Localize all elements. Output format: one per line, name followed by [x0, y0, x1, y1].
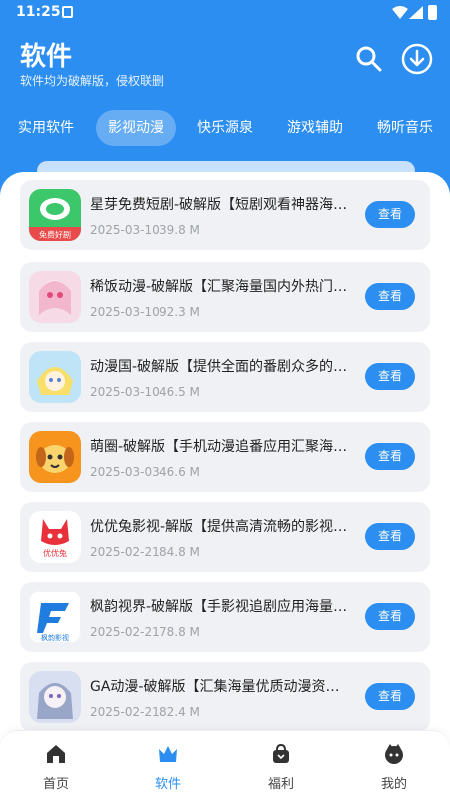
crown-icon [159, 746, 177, 762]
app-icon-ga [29, 671, 81, 723]
app-card[interactable]: GA动漫-破解版【汇集海量优质动漫资源的应用 2025-02-21 82.4 M… [20, 662, 430, 732]
app-size: 39.8 M [159, 223, 200, 237]
view-button[interactable]: 查看 [365, 201, 415, 228]
app-icon-text: 免费好剧 [39, 230, 71, 240]
app-name: GA动漫-破解版【汇集海量优质动漫资源的应用 [90, 679, 350, 695]
view-button[interactable]: 查看 [365, 283, 415, 310]
app-name: 星芽免费短剧-破解版【短剧观看神器海量短剧 [90, 197, 350, 213]
status-time: 11:25 [16, 4, 61, 20]
profile-icon [385, 744, 403, 764]
app-size: 78.8 M [159, 625, 200, 639]
signal-icon [409, 6, 423, 19]
app-name: 优优兔影视-解版【提供高清流畅的影视资源 [90, 519, 350, 535]
app-icon-xifan [29, 271, 81, 323]
tab-game-tools[interactable]: 游戏辅助 [275, 110, 355, 146]
nav-software[interactable]: 软件 [112, 731, 224, 800]
app-card[interactable]: 动漫国-破解版【提供全面的番剧众多的动漫 2025-03-10 46.5 M 查… [20, 342, 430, 412]
app-card[interactable]: 萌圈-破解版【手机动漫追番应用汇聚海量动漫 2025-03-03 46.6 M … [20, 422, 430, 492]
tab-music[interactable]: 畅听音乐 [365, 110, 445, 146]
app-icon-xingya: 免费好剧 [29, 189, 81, 241]
app-name: 动漫国-破解版【提供全面的番剧众多的动漫 [90, 359, 350, 375]
app-icon-fengyun: 枫韵影视 [29, 591, 81, 643]
app-name: 枫韵视界-破解版【手影视追剧应用海量影视 [90, 599, 350, 615]
app-date: 2025-03-10 [90, 223, 160, 237]
app-date: 2025-02-21 [90, 625, 160, 639]
app-icon-text: 优优兔 [43, 548, 67, 558]
app-size: 84.8 M [159, 545, 200, 559]
app-icon-text: 枫韵影视 [41, 633, 69, 642]
nav-home[interactable]: 首页 [0, 731, 112, 800]
app-name: 萌圈-破解版【手机动漫追番应用汇聚海量动漫 [90, 439, 350, 455]
app-card[interactable]: 优优兔 优优兔影视-解版【提供高清流畅的影视资源 2025-02-21 84.8… [20, 502, 430, 572]
app-name: 稀饭动漫-破解版【汇聚海量国内外热门动漫 [90, 279, 350, 295]
app-size: 46.5 M [159, 385, 200, 399]
app-date: 2025-03-03 [90, 465, 160, 479]
sim-icon [62, 6, 73, 18]
nav-mine[interactable]: 我的 [338, 731, 450, 800]
nav-label: 我的 [380, 777, 407, 792]
search-icon[interactable] [354, 44, 384, 74]
page-subtitle: 软件均为破解版，侵权联删 [20, 74, 165, 88]
tab-video-anime[interactable]: 影视动漫 [96, 110, 176, 146]
app-icon-dongmanguo [29, 351, 81, 403]
app-size: 46.6 M [159, 465, 200, 479]
nav-label: 软件 [154, 777, 181, 792]
app-card[interactable]: 枫韵影视 枫韵视界-破解版【手影视追剧应用海量影视 2025-02-21 78.… [20, 582, 430, 652]
app-icon-mengquan [29, 431, 81, 483]
gift-bag-icon [273, 743, 289, 763]
app-list-panel: 免费好剧 星芽免费短剧-破解版【短剧观看神器海量短剧 2025-03-10 39… [0, 172, 450, 800]
app-date: 2025-03-10 [90, 385, 160, 399]
tab-utility[interactable]: 实用软件 [6, 110, 86, 146]
category-tabs: 实用软件 影视动漫 快乐源泉 游戏辅助 畅听音乐 [0, 110, 450, 146]
app-date: 2025-02-21 [90, 705, 160, 719]
app-date: 2025-02-21 [90, 545, 160, 559]
tab-fun[interactable]: 快乐源泉 [185, 110, 265, 146]
nav-label: 福利 [267, 777, 294, 792]
app-size: 82.4 M [159, 705, 200, 719]
view-button[interactable]: 查看 [365, 523, 415, 550]
header: 软件 软件均为破解版，侵权联删 [0, 30, 450, 100]
page-title: 软件 [20, 42, 73, 72]
app-icon-youyoutu: 优优兔 [29, 511, 81, 563]
app-card[interactable]: 稀饭动漫-破解版【汇聚海量国内外热门动漫 2025-03-10 92.3 M 查… [20, 262, 430, 332]
app-size: 92.3 M [159, 305, 200, 319]
nav-welfare[interactable]: 福利 [225, 731, 337, 800]
bottom-navigation: 首页 软件 福利 我的 [0, 730, 450, 800]
home-icon [47, 745, 65, 763]
app-card[interactable]: 免费好剧 星芽免费短剧-破解版【短剧观看神器海量短剧 2025-03-10 39… [20, 180, 430, 250]
wifi-icon [392, 6, 408, 19]
view-button[interactable]: 查看 [365, 443, 415, 470]
view-button[interactable]: 查看 [365, 363, 415, 390]
view-button[interactable]: 查看 [365, 683, 415, 710]
battery-icon [428, 5, 437, 20]
nav-label: 首页 [42, 777, 69, 792]
view-button[interactable]: 查看 [365, 603, 415, 630]
download-icon[interactable] [400, 42, 434, 76]
app-date: 2025-03-10 [90, 305, 160, 319]
status-bar: 11:25 [0, 0, 450, 26]
